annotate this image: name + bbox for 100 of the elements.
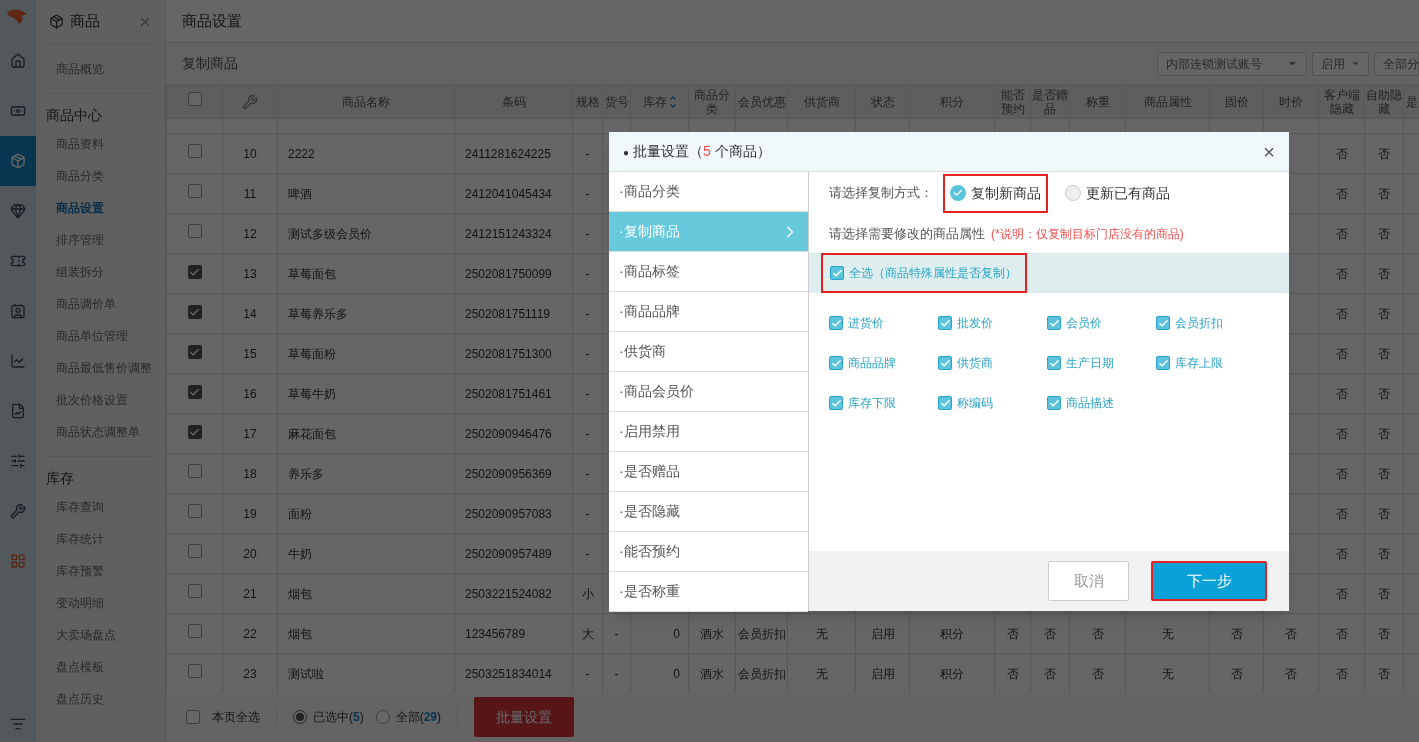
dialog-menu-item[interactable]: ·商品会员价 [609,372,808,412]
checkbox[interactable] [187,385,202,399]
dialog-menu-item[interactable]: ·启用禁用 [609,412,808,452]
table-cell: 否 [1335,586,1348,601]
checkbox[interactable] [829,356,843,370]
checkbox[interactable] [187,305,202,319]
table-cell: 否 [1091,666,1104,681]
table-cell: 否 [1335,186,1348,201]
table-cell: 2502090946476 [465,426,552,441]
checkbox[interactable] [187,624,202,638]
section-heading: 库存 [46,469,75,488]
attribute-checkbox[interactable]: 会员折扣 [1156,303,1265,343]
table-cell: 否 [1285,626,1297,641]
checkbox[interactable] [187,92,202,106]
table-cell: - [585,506,590,521]
table-cell: - [614,666,619,681]
attribute-checkbox[interactable]: 批发价 [938,303,1047,343]
method-option[interactable]: 更新已有商品 [1058,173,1177,213]
checkbox[interactable] [1047,396,1061,410]
checkbox[interactable] [187,664,202,678]
row-number: 11 [243,186,257,201]
checkbox[interactable] [187,345,202,359]
attribute-checkbox[interactable]: 进货价 [829,303,938,343]
batch-settings-button[interactable]: 批量设置 [474,697,575,737]
table-cell: 无 [815,626,828,641]
table-cell: 否 [1335,626,1348,641]
table-cell: 启用 [870,666,895,681]
dialog-menu-item[interactable]: ·是否赠品 [609,452,808,492]
checkbox[interactable] [187,544,202,558]
table-cell: 否 [1285,666,1297,681]
sidebar-item[interactable]: 商品设置 [46,192,165,224]
column-header: 自助隐藏 [1365,87,1403,116]
table-cell: 积分 [940,626,964,641]
table-cell: 否 [1006,626,1019,641]
table-cell: 0 [673,626,680,641]
table-cell: 2502081751300 [465,346,552,361]
column-header: 商品分类 [693,87,731,116]
filter-dropdown[interactable]: 全部分 [1374,51,1419,76]
checkbox[interactable] [938,356,952,370]
row-number: 17 [243,426,257,441]
row-number: 22 [243,626,257,641]
checkbox[interactable] [830,266,844,280]
radio-label: 全部(29) [395,709,442,726]
row-number: 10 [243,146,257,161]
attribute-checkbox[interactable]: 库存上限 [1156,343,1265,383]
checkbox[interactable] [187,504,202,518]
table-cell: 否 [1335,426,1348,441]
table-cell: 否 [1378,226,1390,241]
attribute-checkbox[interactable]: 生产日期 [1047,343,1156,383]
method-option[interactable]: 复制新商品 [943,173,1048,213]
attribute-checkbox[interactable]: 商品描述 [1047,383,1156,423]
table-cell: 否 [1006,666,1019,681]
checkbox[interactable] [187,224,202,238]
dialog-menu-item[interactable]: ·是否称重 [609,572,808,612]
dialog-menu-item[interactable]: ·能否预约 [609,532,808,572]
filter-dropdown[interactable]: 内部连锁测试账号 [1157,51,1307,76]
dialog-menu-item[interactable]: ·供货商 [609,332,808,372]
close-button[interactable]: × [1263,141,1275,162]
table-cell: 否 [1378,546,1390,561]
column-header: 商品名称 [342,94,390,109]
dialog-menu-item[interactable]: ·是否隐藏 [609,492,808,532]
method-label: 请选择复制方式： [829,184,933,203]
checkbox[interactable] [829,396,843,410]
next-button[interactable]: 下一步 [1151,561,1267,601]
checkbox[interactable] [187,584,202,598]
checkbox[interactable] [187,265,202,279]
checkbox[interactable] [187,425,202,439]
dialog-menu-item[interactable]: ·复制商品 [609,212,808,252]
select-all-checkbox[interactable]: 全选（商品特殊属性是否复制） [821,253,1027,293]
checkbox[interactable] [187,184,202,198]
dialog-menu-item[interactable]: ·商品品牌 [609,292,808,332]
radio-button[interactable] [950,185,966,201]
table-cell: 草莓面包 [288,266,336,281]
table-cell: - [585,186,590,201]
checkbox[interactable] [186,710,200,724]
checkbox[interactable] [187,464,202,478]
attribute-checkbox[interactable]: 库存下限 [829,383,938,423]
radio-button[interactable] [375,710,390,724]
checkbox[interactable] [938,396,952,410]
checkbox[interactable] [1047,316,1061,330]
checkbox[interactable] [829,316,843,330]
search-list-icon[interactable] [10,716,26,732]
table-cell: 否 [1230,666,1243,681]
checkbox[interactable] [1156,316,1170,330]
checkbox[interactable] [938,316,952,330]
checkbox[interactable] [1156,356,1170,370]
attribute-checkbox[interactable]: 供货商 [938,343,1047,383]
checkbox-label: 本页全选 [212,709,260,726]
note-text: (*说明：仅复制目标门店没有的商品) [991,225,1184,243]
attribute-checkbox[interactable]: 商品品牌 [829,343,938,383]
box-icon[interactable] [0,136,36,186]
checkbox[interactable] [187,144,202,158]
table-cell: 否 [1335,346,1348,361]
attribute-checkbox[interactable]: 称编码 [938,383,1047,423]
dialog-menu-item[interactable]: ·商品标签 [609,252,808,292]
attribute-checkbox[interactable]: 会员价 [1047,303,1156,343]
table-cell: 否 [1378,506,1390,521]
checkbox[interactable] [1047,356,1061,370]
table-cell: 否 [1335,386,1348,401]
cancel-button[interactable]: 取消 [1048,561,1129,601]
